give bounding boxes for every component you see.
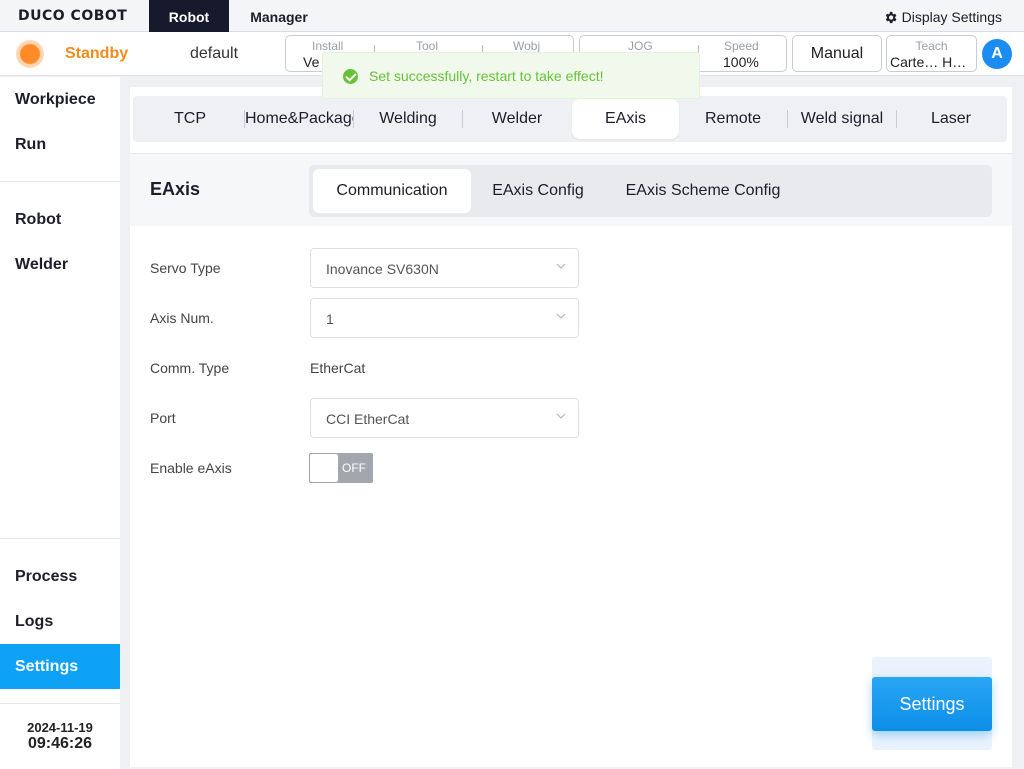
tab-weld-signal[interactable]: Weld signal — [788, 99, 896, 139]
sidebar-item-process[interactable]: Process — [0, 554, 120, 599]
clock-date: 2024-11-19 — [27, 720, 93, 735]
floating-settings-area: Settings — [872, 657, 992, 750]
toast-message: Set successfully, restart to take effect… — [369, 68, 604, 84]
subtab-eaxis-config[interactable]: EAxis Config — [479, 169, 597, 213]
manual-mode-button[interactable]: Manual — [792, 35, 882, 72]
wobj-label: Wobj — [513, 39, 541, 53]
speed-label: Speed — [724, 39, 759, 53]
teach-value: Carte… H… — [890, 54, 967, 70]
sidebar-item-welder[interactable]: Welder — [0, 242, 120, 287]
axis-num-value: 1 — [326, 311, 334, 327]
tool-label: Tool — [416, 39, 439, 53]
axis-num-select[interactable]: 1 — [310, 298, 579, 338]
tab-remote[interactable]: Remote — [679, 99, 787, 139]
enable-eaxis-toggle[interactable]: OFF — [309, 453, 373, 483]
sidebar-item-run[interactable]: Run — [0, 122, 120, 167]
main-panel: TCP Home&Package Welding Welder EAxis Re… — [130, 87, 1012, 767]
sidebar-divider — [0, 538, 120, 539]
page-title: EAxis — [150, 179, 201, 199]
servo-type-select[interactable]: Inovance SV630N — [310, 248, 579, 288]
check-circle-icon — [343, 69, 358, 84]
teach-selector[interactable]: Teach Carte… H… — [886, 35, 977, 72]
program-name[interactable]: default — [190, 45, 238, 63]
subtab-eaxis-scheme-config[interactable]: EAxis Scheme Config — [607, 169, 799, 213]
tab-eaxis[interactable]: EAxis — [572, 99, 679, 139]
sidebar: Workpiece Run Robot Welder Process Logs … — [0, 77, 120, 769]
settings-button[interactable]: Settings — [872, 677, 992, 731]
sidebar-item-settings[interactable]: Settings — [0, 644, 120, 689]
tab-home-package[interactable]: Home&Package — [245, 99, 353, 139]
tab-manager[interactable]: Manager — [234, 0, 324, 32]
speed-value: 100% — [723, 54, 759, 70]
user-avatar[interactable]: A — [982, 39, 1012, 69]
top-bar: DUCO COBOT Robot Manager Display Setting… — [0, 0, 1024, 32]
gear-icon — [885, 11, 897, 23]
sidebar-item-workpiece[interactable]: Workpiece — [0, 77, 120, 122]
eaxis-subtabs: Communication EAxis Config EAxis Scheme … — [309, 165, 992, 217]
install-label: Install — [312, 39, 344, 53]
display-settings-label: Display Settings — [901, 9, 1002, 25]
robot-state: Standby — [65, 45, 129, 62]
toggle-state-text: OFF — [342, 461, 366, 475]
chevron-down-icon — [556, 413, 566, 419]
subtab-communication[interactable]: Communication — [313, 169, 471, 213]
sidebar-item-logs[interactable]: Logs — [0, 599, 120, 644]
settings-tabs: TCP Home&Package Welding Welder EAxis Re… — [133, 96, 1007, 142]
port-select[interactable]: CCI EtherCat — [310, 398, 579, 438]
port-label: Port — [150, 410, 176, 426]
tab-welding[interactable]: Welding — [354, 99, 462, 139]
comm-type-value: EtherCat — [310, 360, 366, 376]
success-toast: Set successfully, restart to take effect… — [322, 52, 700, 99]
chevron-down-icon — [556, 313, 566, 319]
toggle-knob — [310, 454, 338, 482]
tab-robot[interactable]: Robot — [149, 0, 229, 32]
chevron-down-icon — [556, 263, 566, 269]
port-value: CCI EtherCat — [326, 411, 410, 427]
status-indicator-icon — [16, 40, 44, 68]
clock-time: 09:46:26 — [27, 735, 93, 752]
tab-welder[interactable]: Welder — [463, 99, 571, 139]
sidebar-item-robot[interactable]: Robot — [0, 197, 120, 242]
section-header: EAxis Communication EAxis Config EAxis S… — [130, 154, 1012, 226]
teach-label: Teach — [915, 39, 948, 53]
servo-type-label: Servo Type — [150, 260, 221, 276]
install-value: Ve — [303, 54, 320, 70]
tab-laser[interactable]: Laser — [897, 99, 1005, 139]
tab-tcp[interactable]: TCP — [136, 99, 244, 139]
display-settings-button[interactable]: Display Settings — [883, 9, 1002, 25]
servo-type-value: Inovance SV630N — [326, 261, 439, 277]
enable-eaxis-label: Enable eAxis — [150, 460, 232, 476]
sidebar-divider — [0, 181, 120, 182]
sidebar-divider — [0, 703, 120, 704]
comm-type-label: Comm. Type — [150, 360, 230, 376]
jog-label: JOG — [628, 39, 653, 53]
duco-cobot-logo: DUCO COBOT — [18, 8, 128, 24]
axis-num-label: Axis Num. — [150, 310, 214, 326]
